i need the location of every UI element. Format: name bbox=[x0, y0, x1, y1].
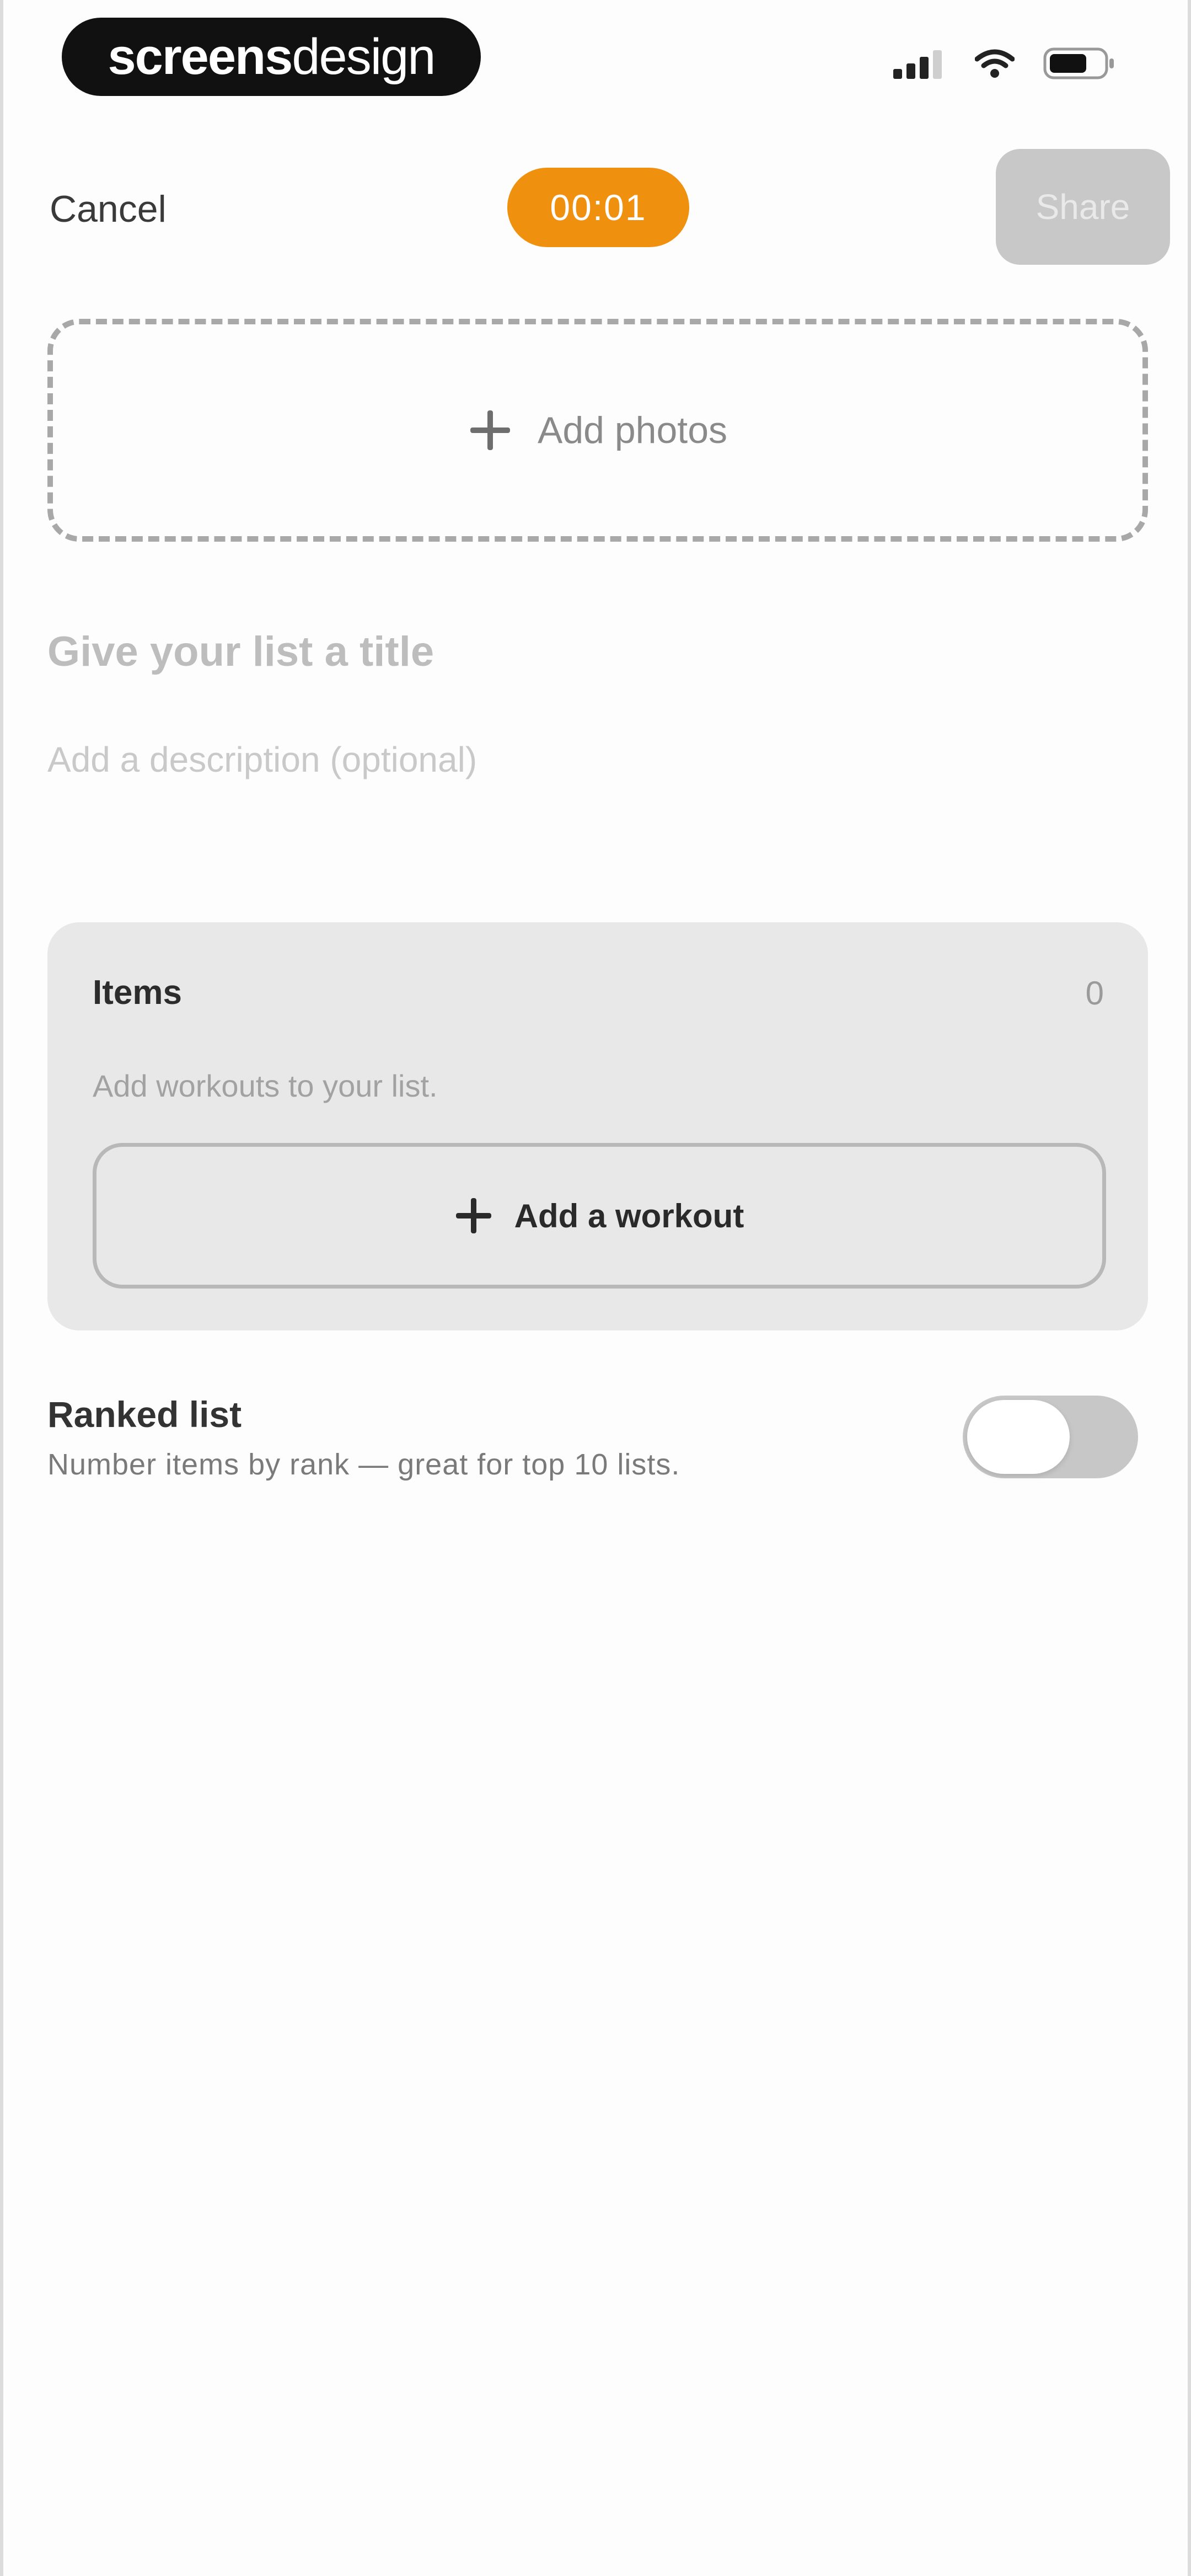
wifi-icon bbox=[975, 49, 1015, 78]
brand-wordmark: screensdesign bbox=[108, 28, 436, 85]
add-workout-button[interactable]: Add a workout bbox=[93, 1143, 1106, 1289]
plus-icon bbox=[470, 410, 510, 450]
cancel-button[interactable]: Cancel bbox=[50, 188, 167, 231]
list-title-input[interactable]: Give your list a title bbox=[47, 628, 434, 676]
items-heading: Items bbox=[93, 974, 182, 1012]
timer-badge: 00:01 bbox=[507, 168, 689, 247]
battery-icon bbox=[1043, 47, 1114, 79]
add-photos-button[interactable]: Add photos bbox=[47, 319, 1148, 542]
add-photos-label: Add photos bbox=[537, 409, 728, 451]
list-description-input[interactable]: Add a description (optional) bbox=[47, 739, 477, 780]
brand-logo: screensdesign bbox=[62, 18, 481, 96]
plus-icon bbox=[455, 1198, 491, 1233]
signal-icon bbox=[893, 50, 942, 79]
status-icons bbox=[893, 47, 1116, 79]
share-button[interactable]: Share bbox=[996, 149, 1170, 265]
add-workout-label: Add a workout bbox=[514, 1197, 744, 1234]
ranked-list-subtitle: Number items by rank — great for top 10 … bbox=[47, 1448, 680, 1481]
ranked-list-toggle[interactable] bbox=[963, 1396, 1138, 1478]
items-card: Items 0 Add workouts to your list. Add a… bbox=[47, 922, 1148, 1330]
items-count: 0 bbox=[1085, 975, 1104, 1012]
toggle-knob bbox=[967, 1400, 1070, 1474]
create-list-screen: screensdesign Cancel 00:01 Share Add pho… bbox=[0, 0, 1191, 2576]
items-hint: Add workouts to your list. bbox=[93, 1068, 438, 1103]
ranked-list-title: Ranked list bbox=[47, 1394, 242, 1435]
